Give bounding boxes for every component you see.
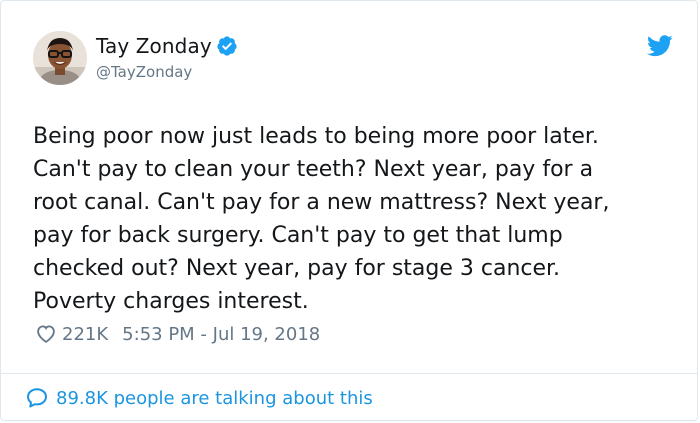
- display-name-row: Tay Zonday: [96, 33, 238, 59]
- verified-badge-icon: [217, 36, 237, 56]
- heart-icon[interactable]: [35, 323, 57, 345]
- display-name[interactable]: Tay Zonday: [96, 34, 212, 58]
- tweet-timestamp[interactable]: 5:53 PM - Jul 19, 2018: [122, 324, 320, 345]
- speech-bubble-icon: [27, 388, 47, 408]
- tweet-meta: 221K 5:53 PM - Jul 19, 2018: [35, 323, 320, 345]
- conversation-link[interactable]: 89.8K people are talking about this: [25, 386, 373, 410]
- author-info: Tay Zonday @TayZonday: [96, 33, 238, 81]
- tweet-card: Tay Zonday @TayZonday Being poor now jus…: [0, 0, 698, 421]
- author-handle[interactable]: @TayZonday: [96, 63, 238, 81]
- conversation-count-label[interactable]: 89.8K people are talking about this: [56, 388, 373, 409]
- avatar-image: [33, 31, 87, 85]
- tweet-text: Being poor now just leads to being more …: [33, 124, 610, 314]
- twitter-bird-icon[interactable]: [647, 35, 673, 57]
- divider: [1, 373, 697, 374]
- like-count[interactable]: 221K: [62, 324, 108, 345]
- tweet-header: Tay Zonday @TayZonday: [33, 31, 673, 91]
- avatar[interactable]: [33, 31, 87, 85]
